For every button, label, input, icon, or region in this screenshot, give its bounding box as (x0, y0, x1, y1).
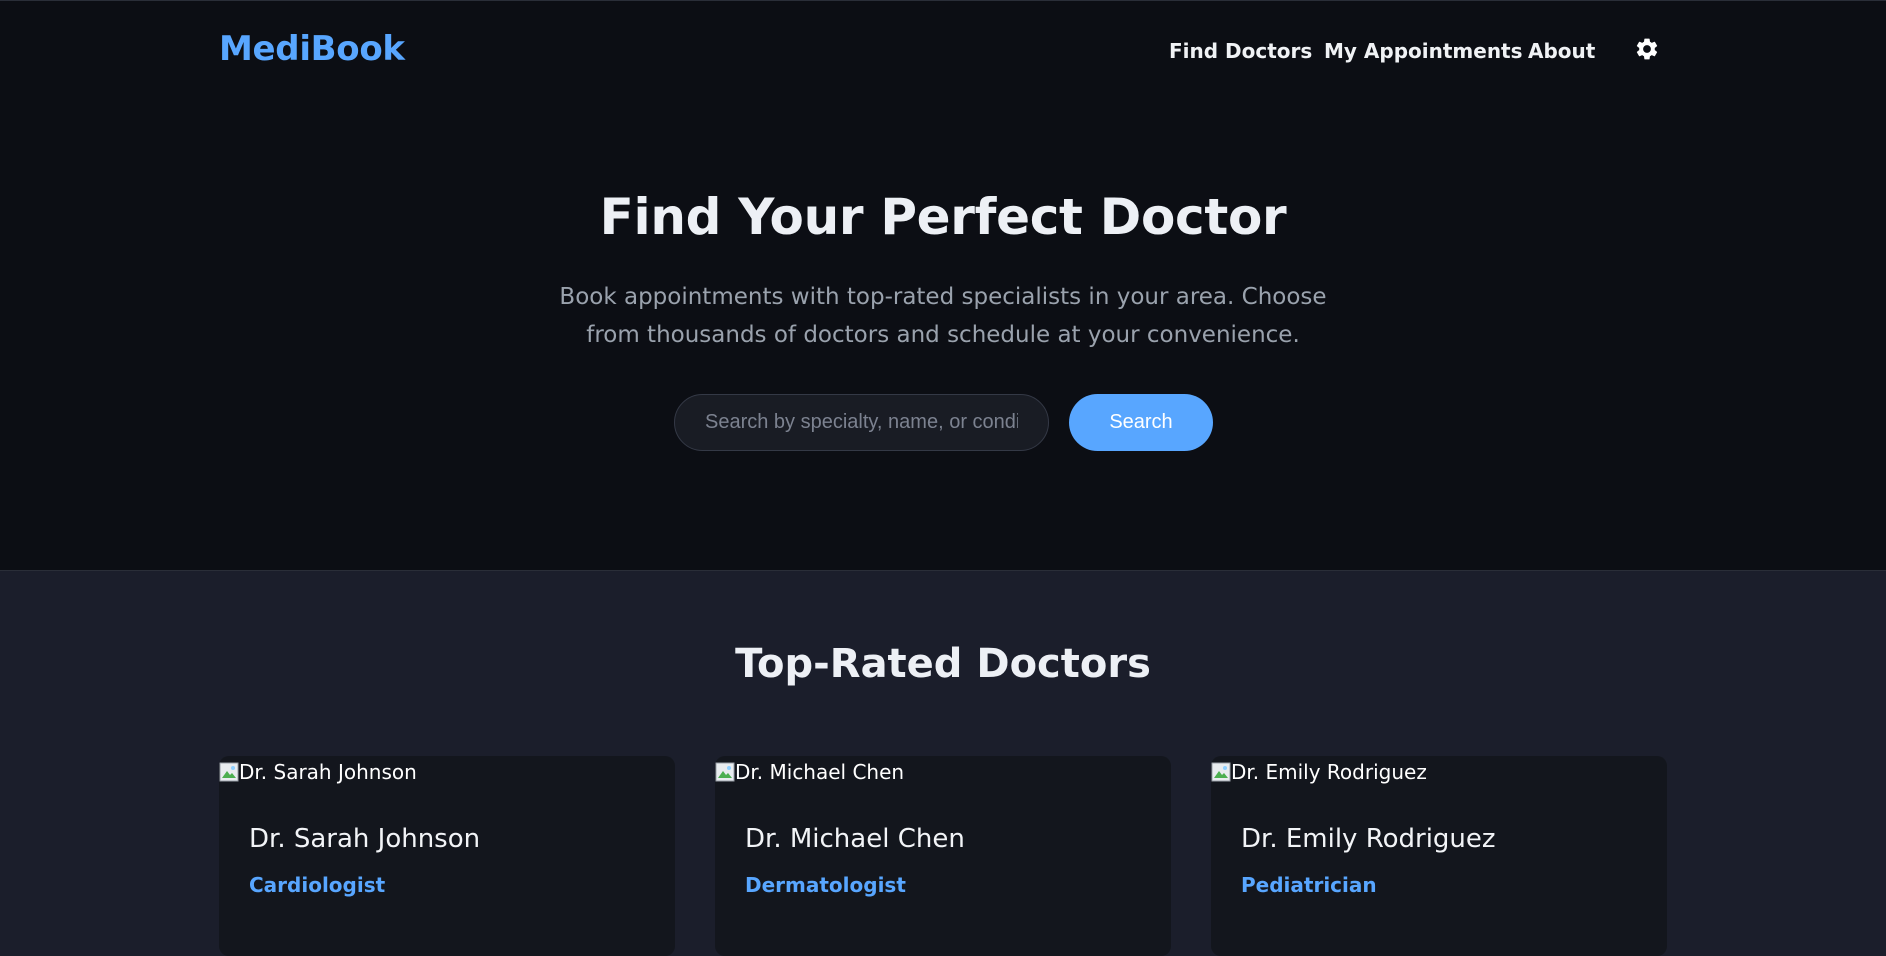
broken-image-icon (1211, 762, 1231, 782)
navbar: MediBook Find Doctors My Appointments Ab… (0, 0, 1886, 110)
nav-link-about[interactable]: About (1528, 39, 1595, 63)
doctor-image-alt: Dr. Sarah Johnson (239, 760, 417, 784)
nav-links: Find Doctors My Appointments About (0, 39, 1886, 69)
broken-image-icon (715, 762, 735, 782)
doctor-image: Dr. Emily Rodriguez (1211, 756, 1427, 788)
doctor-card[interactable]: Dr. Emily Rodriguez Dr. Emily Rodriguez … (1211, 756, 1667, 956)
top-rated-doctors-section: Top-Rated Doctors Dr. Sarah Johnson Dr. … (0, 571, 1886, 956)
doctor-name: Dr. Michael Chen (745, 824, 965, 854)
doctor-specialty: Pediatrician (1241, 873, 1377, 897)
hero-section: Find Your Perfect Doctor Book appointmen… (0, 110, 1886, 571)
hero-title: Find Your Perfect Doctor (599, 188, 1287, 246)
doctor-specialty: Dermatologist (745, 873, 906, 897)
doctor-card[interactable]: Dr. Michael Chen Dr. Michael Chen Dermat… (715, 756, 1171, 956)
doctor-image: Dr. Sarah Johnson (219, 756, 417, 788)
gear-icon (1636, 38, 1658, 60)
search-input[interactable] (674, 394, 1049, 451)
doctor-image: Dr. Michael Chen (715, 756, 904, 788)
nav-link-find-doctors[interactable]: Find Doctors (1169, 39, 1312, 63)
doctor-image-alt: Dr. Michael Chen (735, 760, 905, 784)
search-button[interactable]: Search (1069, 394, 1213, 451)
hero-subtitle: Book appointments with top-rated special… (559, 284, 1327, 348)
doctor-name: Dr. Sarah Johnson (249, 824, 481, 854)
broken-image-icon (219, 762, 239, 782)
theme-toggle-button[interactable] (1630, 32, 1664, 66)
doctor-name: Dr. Emily Rodriguez (1241, 824, 1496, 854)
section-title: Top-Rated Doctors (735, 641, 1151, 687)
nav-link-my-appointments[interactable]: My Appointments (1324, 39, 1523, 63)
doctor-image-alt: Dr. Emily Rodriguez (1231, 760, 1427, 784)
doctor-card[interactable]: Dr. Sarah Johnson Dr. Sarah Johnson Card… (219, 756, 675, 956)
doctor-specialty: Cardiologist (249, 873, 386, 897)
